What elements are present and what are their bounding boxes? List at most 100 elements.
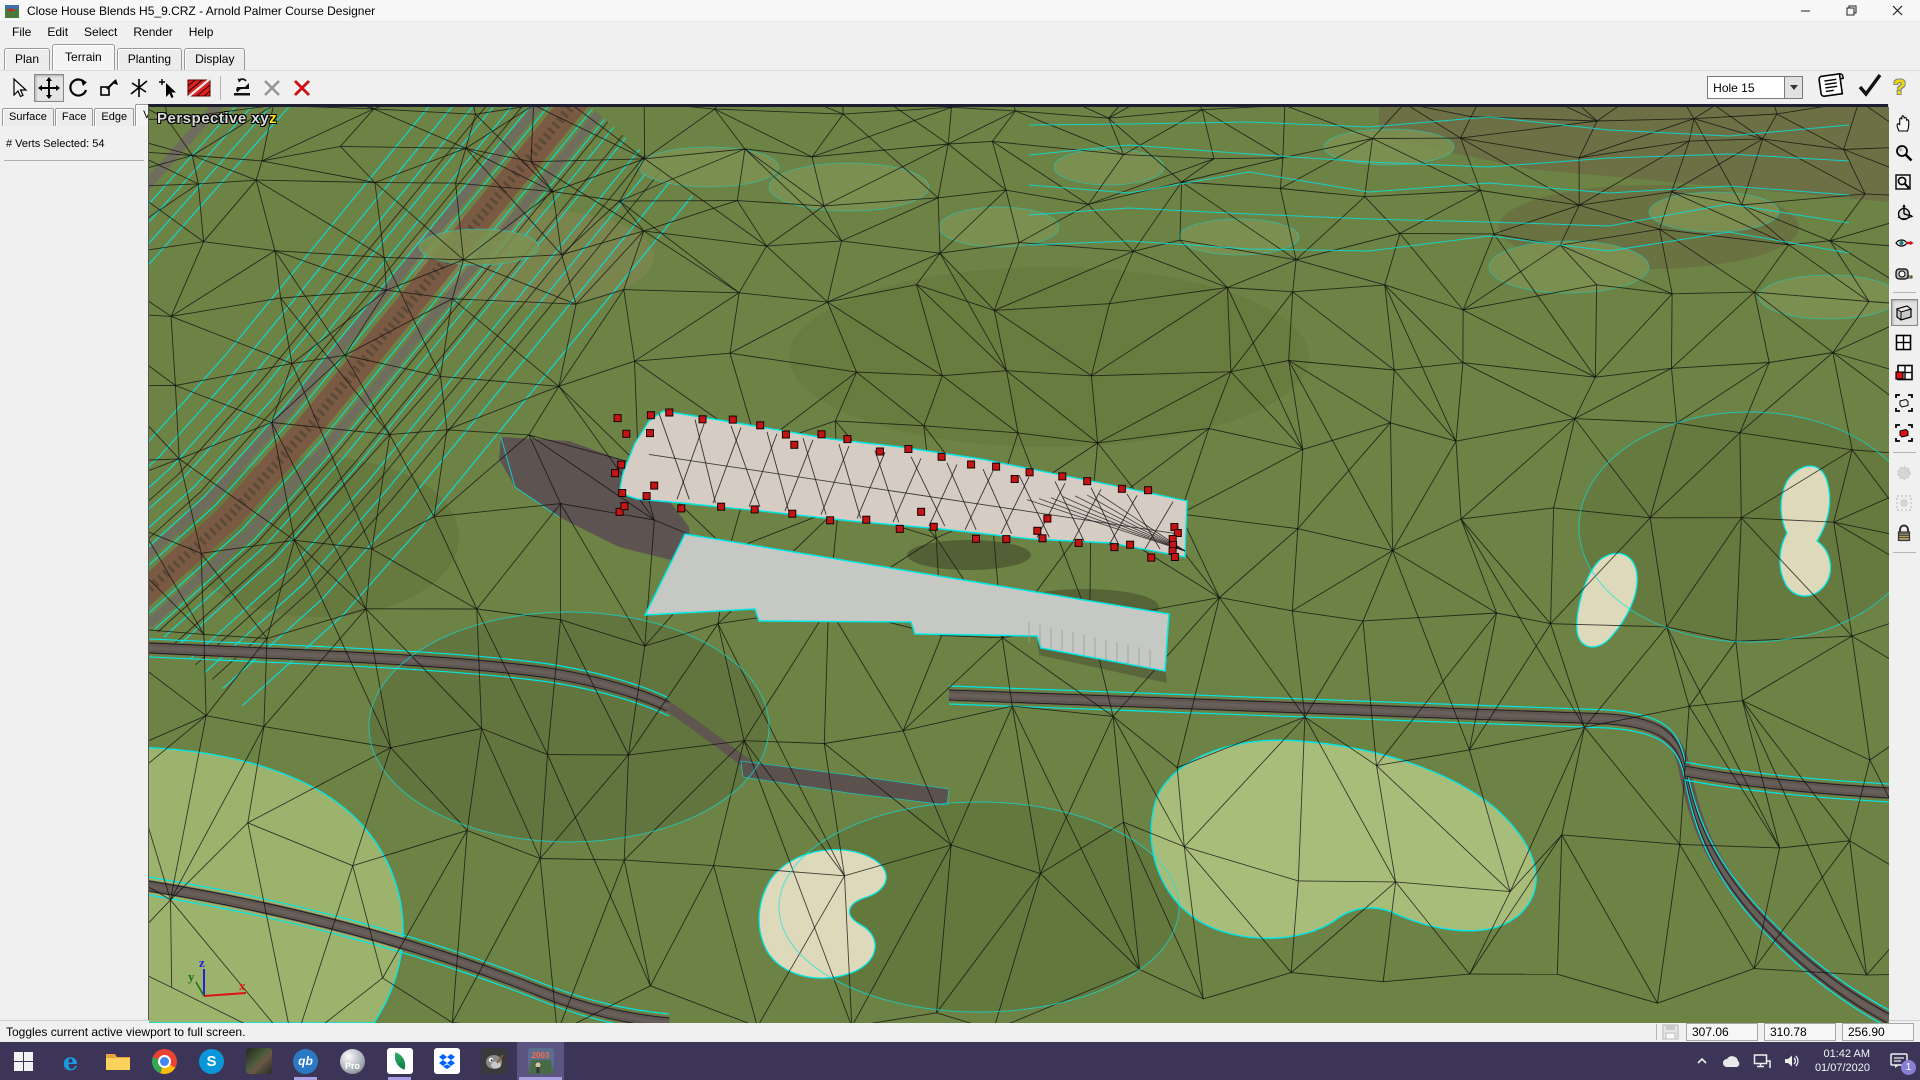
toolbar-separator [220,76,221,100]
tab-plan[interactable]: Plan [4,48,50,70]
restore-button[interactable] [1828,0,1874,21]
coord-y-field: 310.78 [1764,1023,1836,1041]
quickbooks-icon: qb [293,1049,318,1074]
taskbar-app-edge[interactable]: e [47,1042,94,1080]
selection-panel: Surface Face Edge Vertex # Verts Selecte… [0,104,148,1020]
paint-disabled-icon [1891,459,1918,486]
menu-render[interactable]: Render [125,24,180,40]
taskbar: e S qb Pro 2003 [0,1042,1920,1080]
frame-selection-icon[interactable] [1891,419,1918,446]
view-toolbar [1888,104,1919,1020]
taskbar-app-chrome[interactable] [141,1042,188,1080]
delete-tool[interactable] [287,74,317,102]
viewport-3d[interactable]: xyz Perspective xyz [148,104,1888,1020]
tab-display[interactable]: Display [184,48,245,70]
panel-separator [4,160,144,161]
taskbar-app-google-earth[interactable]: Pro [329,1042,376,1080]
viewport-label: Perspective xyz [157,110,277,127]
chevron-up-icon[interactable] [1687,1042,1717,1080]
hole-selector-dropdown-button[interactable] [1784,77,1802,98]
chevron-down-icon [1790,85,1798,90]
edge-icon: e [63,1047,78,1076]
tab-planting[interactable]: Planting [117,48,182,70]
taskbar-clock[interactable]: 01:42 AM 01/07/2020 [1807,1042,1878,1080]
coord-z-field: 256.90 [1842,1023,1914,1041]
taskbar-app-dropbox[interactable] [423,1042,470,1080]
move-tool[interactable] [34,74,64,102]
skype-icon: S [199,1049,224,1074]
measure-tape-icon[interactable] [1891,259,1918,286]
menu-bar: File Edit Select Render Help [0,22,1920,41]
taskbar-app-snagit[interactable] [376,1042,423,1080]
region-disabled-icon [1891,489,1918,516]
minimize-button[interactable] [1782,0,1828,21]
google-earth-icon: Pro [340,1049,365,1074]
deselect-tool[interactable] [257,74,287,102]
network-icon[interactable] [1747,1042,1777,1080]
solid-view-icon[interactable] [1891,299,1918,326]
texture-fill-tool[interactable] [184,74,214,102]
tab-surface[interactable]: Surface [2,108,54,126]
clock-date: 01/07/2020 [1815,1061,1870,1075]
viewport-canvas[interactable]: xyz [149,107,1889,1023]
menu-help[interactable]: Help [181,24,222,40]
rotate-tool[interactable] [64,74,94,102]
taskbar-app-course-designer[interactable]: 2003 [517,1042,564,1080]
start-button[interactable] [0,1042,47,1080]
taskbar-app-photos[interactable] [235,1042,282,1080]
action-center-button[interactable]: 1 [1878,1042,1920,1080]
taskbar-app-quickbooks[interactable]: qb [282,1042,329,1080]
notes-icon[interactable] [1817,72,1847,103]
lock-icon[interactable] [1891,519,1918,546]
viewports-icon[interactable] [1891,329,1918,356]
orbit-icon[interactable] [1891,199,1918,226]
status-separator [1656,1024,1657,1040]
svg-text:z: z [199,955,205,970]
title-bar: Close House Blends H5_9.CRZ - Arnold Pal… [0,0,1920,22]
toolbar-separator [1893,292,1916,293]
status-bar: Toggles current active viewport to full … [0,1020,1920,1042]
save-icon [1662,1024,1680,1040]
dropbox-icon [434,1048,460,1074]
onedrive-cloud-icon[interactable] [1717,1042,1747,1080]
look-direction-icon[interactable] [1891,229,1918,256]
zoom-icon[interactable] [1891,139,1918,166]
gimp-icon [481,1048,507,1074]
flatten-tool[interactable] [227,74,257,102]
tab-face[interactable]: Face [55,108,93,126]
menu-file[interactable]: File [4,24,39,40]
scale-tool[interactable] [94,74,124,102]
menu-select[interactable]: Select [76,24,125,40]
hole-selector-value: Hole 15 [1708,81,1784,95]
select-tool[interactable] [4,74,34,102]
terrain-toolbar: Hole 15 ? [0,70,1920,104]
photo-icon [246,1048,272,1074]
folder-icon [105,1050,131,1072]
add-point-tool[interactable] [154,74,184,102]
snagit-icon [387,1048,413,1074]
taskbar-app-file-explorer[interactable] [94,1042,141,1080]
confirm-check-icon[interactable] [1857,73,1883,102]
verts-selected-label: # Verts Selected: 54 [0,126,148,160]
menu-edit[interactable]: Edit [39,24,76,40]
help-icon[interactable]: ? [1893,76,1906,100]
clock-time: 01:42 AM [1824,1047,1870,1061]
speaker-icon[interactable] [1777,1042,1807,1080]
taskbar-app-gimp[interactable] [470,1042,517,1080]
viewports-active-icon[interactable] [1891,359,1918,386]
close-button[interactable] [1874,0,1920,21]
svg-text:y: y [188,969,195,984]
hole-selector[interactable]: Hole 15 [1707,76,1803,99]
frame-all-icon[interactable] [1891,389,1918,416]
status-message: Toggles current active viewport to full … [0,1025,245,1039]
app-icon [5,3,21,19]
zoom-window-icon[interactable] [1891,169,1918,196]
pan-hand-icon[interactable] [1891,109,1918,136]
selection-mode-tabs: Surface Face Edge Vertex [0,104,148,126]
tab-edge[interactable]: Edge [94,108,134,126]
mirror-tool[interactable] [124,74,154,102]
taskbar-app-skype[interactable]: S [188,1042,235,1080]
application-window: Close House Blends H5_9.CRZ - Arnold Pal… [0,0,1920,1080]
toolbar-separator [1893,452,1916,453]
tab-terrain[interactable]: Terrain [52,44,115,70]
